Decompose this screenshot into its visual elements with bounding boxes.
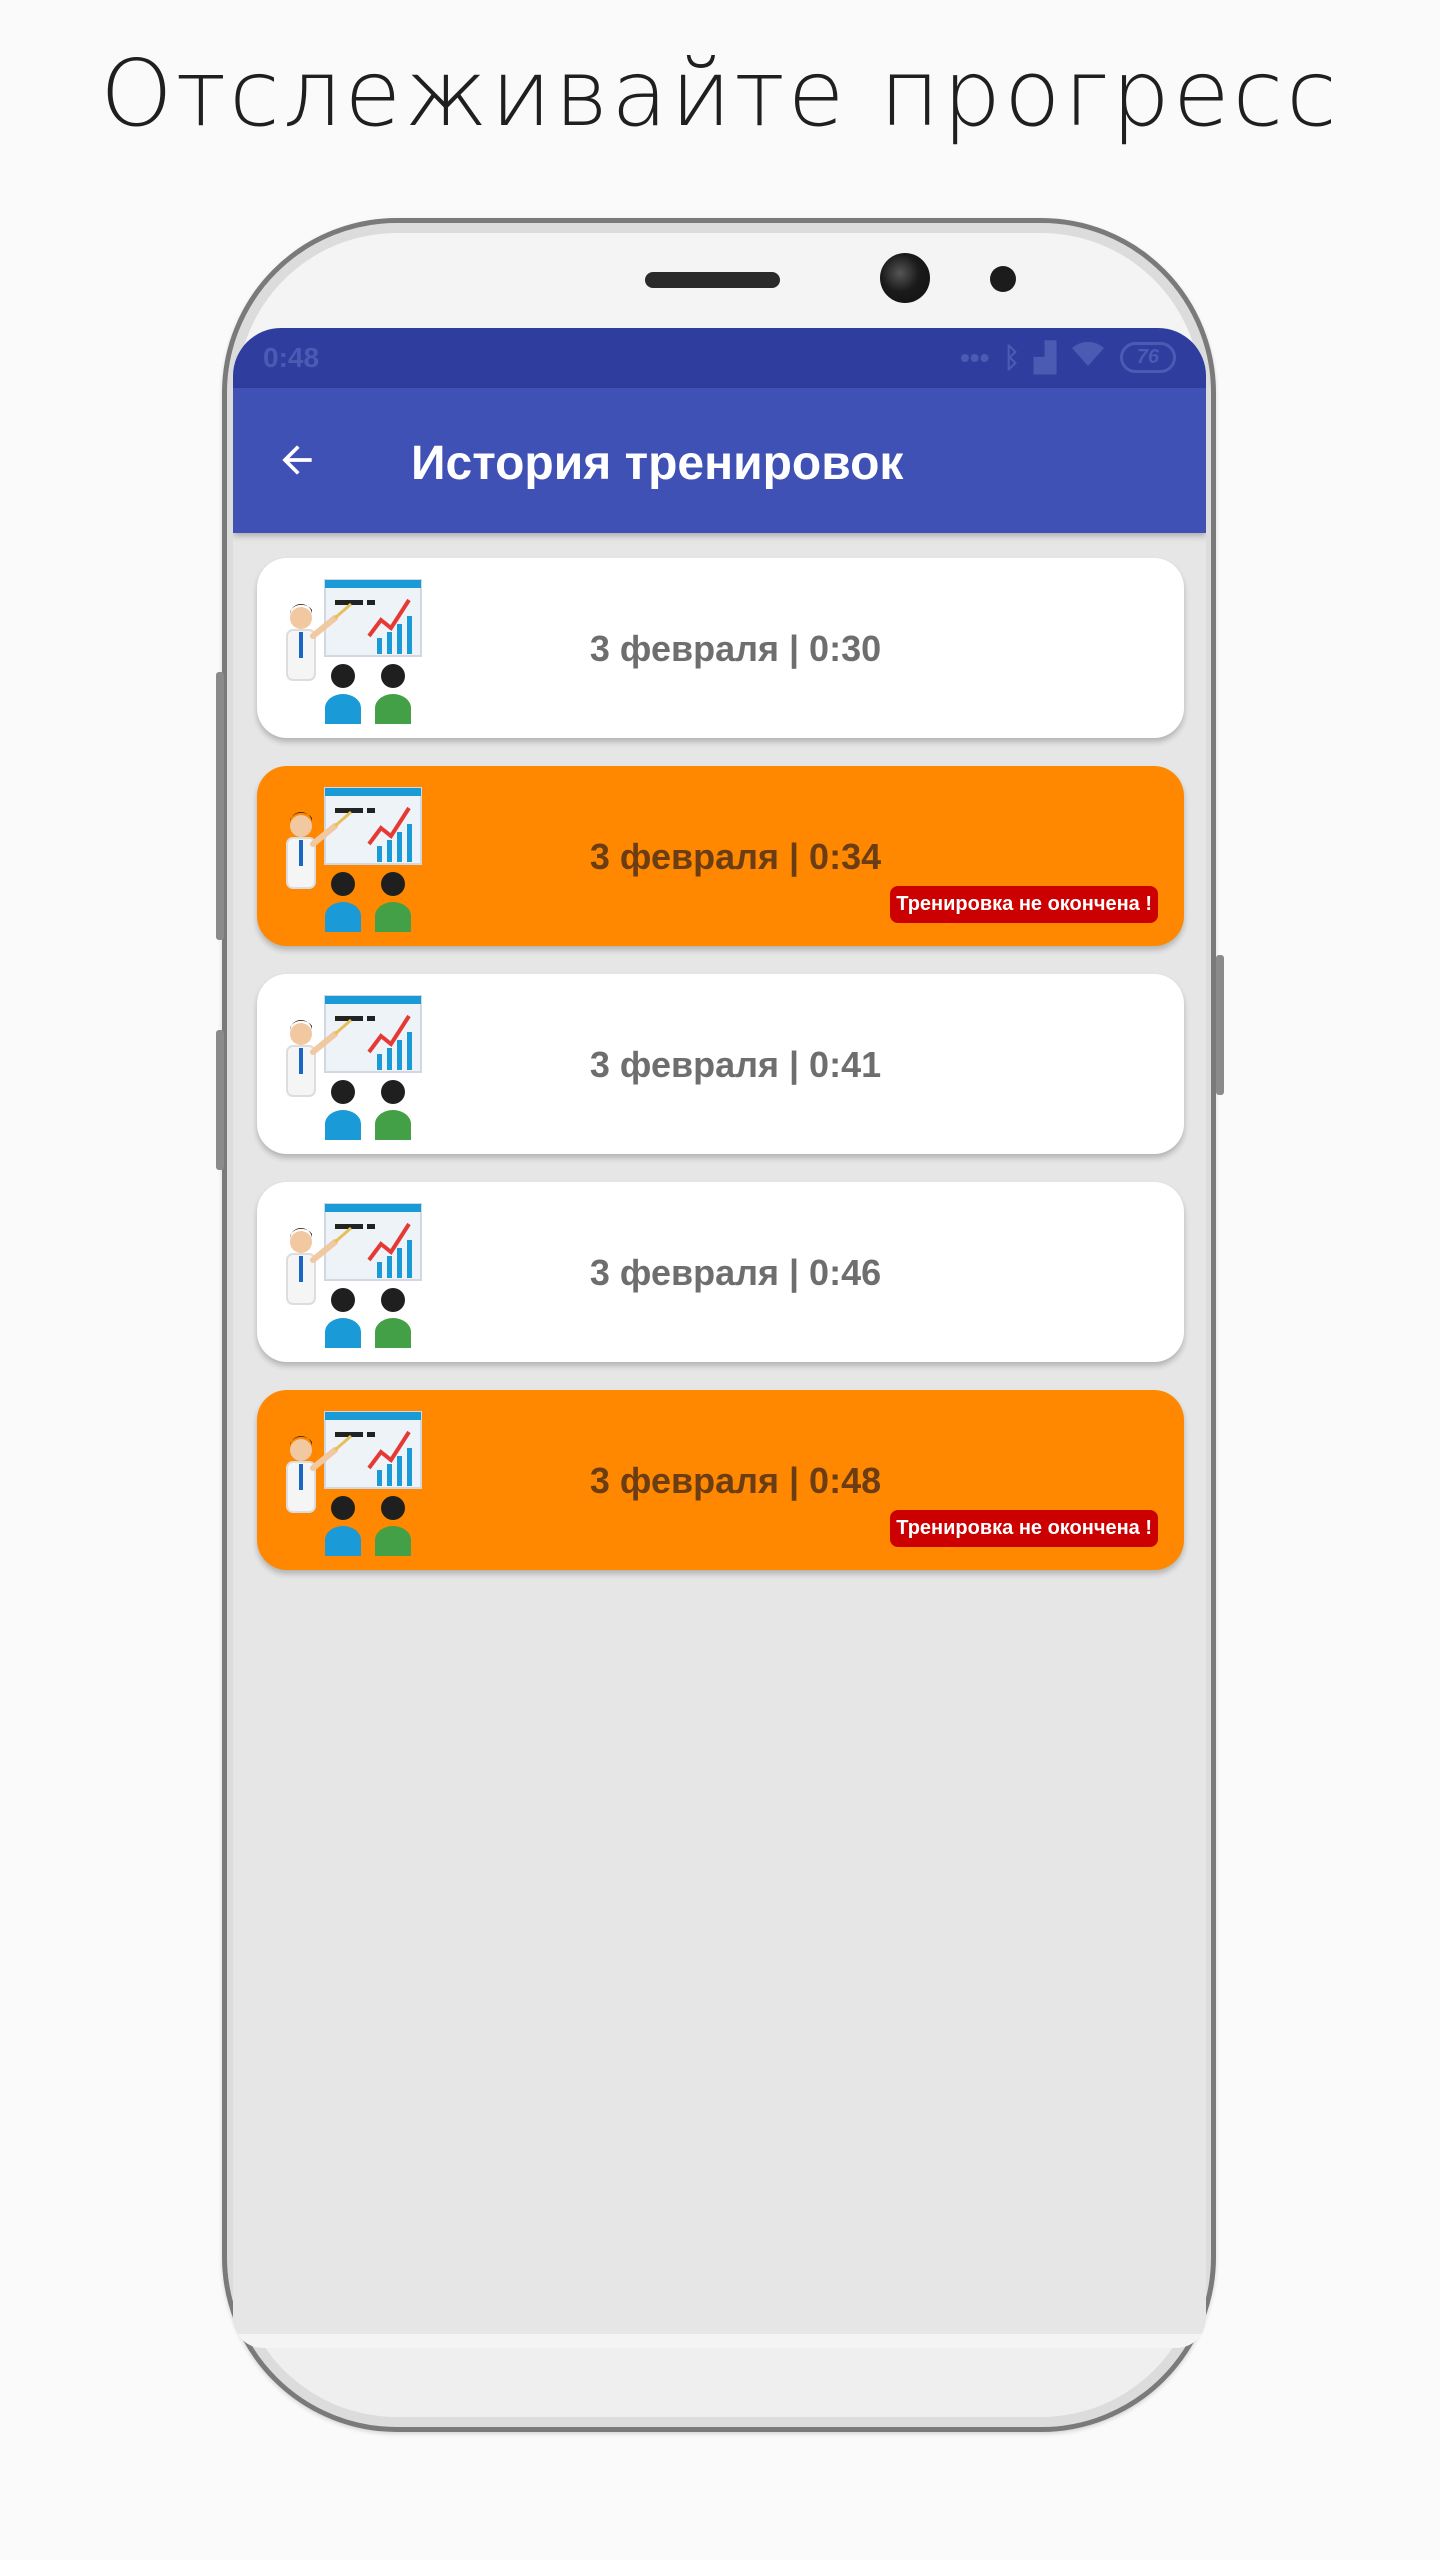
volume-up-button — [216, 672, 224, 940]
proximity-sensor — [990, 266, 1016, 292]
unfinished-workout-badge: Тренировка не окончена ! — [890, 1510, 1158, 1547]
workout-history-item-5[interactable]: 3 февраля | 0:48 Тренировка не окончена … — [257, 1390, 1184, 1570]
wifi-icon — [1070, 340, 1106, 375]
more-dots-icon: ••• — [959, 341, 990, 373]
earpiece-speaker — [645, 272, 780, 288]
back-arrow-icon[interactable] — [275, 438, 319, 482]
bluetooth-icon: ᛒ — [1003, 341, 1021, 373]
workout-history-item-1[interactable]: 3 февраля | 0:30 — [257, 558, 1184, 738]
workout-date-time: 3 февраля | 0:48 — [589, 1460, 882, 1501]
status-bar: 0:48 ••• ᛒ ▟ 76 — [233, 328, 1206, 388]
promo-title: Отслеживайте прогресс — [100, 40, 1340, 147]
unfinished-workout-badge: Тренировка не окончена ! — [890, 886, 1158, 923]
workout-date-time: 3 февраля | 0:46 — [589, 1252, 882, 1293]
front-camera-icon — [880, 253, 930, 303]
signal-icon: ▟ — [1034, 342, 1056, 373]
power-button — [1216, 955, 1224, 1095]
page-title: История тренировок — [411, 437, 904, 490]
volume-down-button — [216, 1030, 224, 1170]
battery-icon: 76 — [1119, 342, 1176, 373]
phone-screen: 0:48 ••• ᛒ ▟ 76 История тренировок 3 фев… — [233, 328, 1206, 2348]
status-time: 0:48 — [263, 342, 320, 373]
workout-history-item-4[interactable]: 3 февраля | 0:46 — [257, 1182, 1184, 1362]
workout-history-item-2[interactable]: 3 февраля | 0:34 Тренировка не окончена … — [257, 766, 1184, 946]
workout-history-item-3[interactable]: 3 февраля | 0:41 — [257, 974, 1184, 1154]
app-bar: История тренировок — [233, 388, 1206, 533]
workout-date-time: 3 февраля | 0:41 — [589, 1044, 882, 1085]
status-icons: ••• ᛒ ▟ 76 — [960, 340, 1176, 375]
workout-date-time: 3 февраля | 0:30 — [589, 628, 882, 669]
workout-date-time: 3 февраля | 0:34 — [589, 836, 882, 877]
screen-bottom-edge — [233, 2334, 1206, 2348]
